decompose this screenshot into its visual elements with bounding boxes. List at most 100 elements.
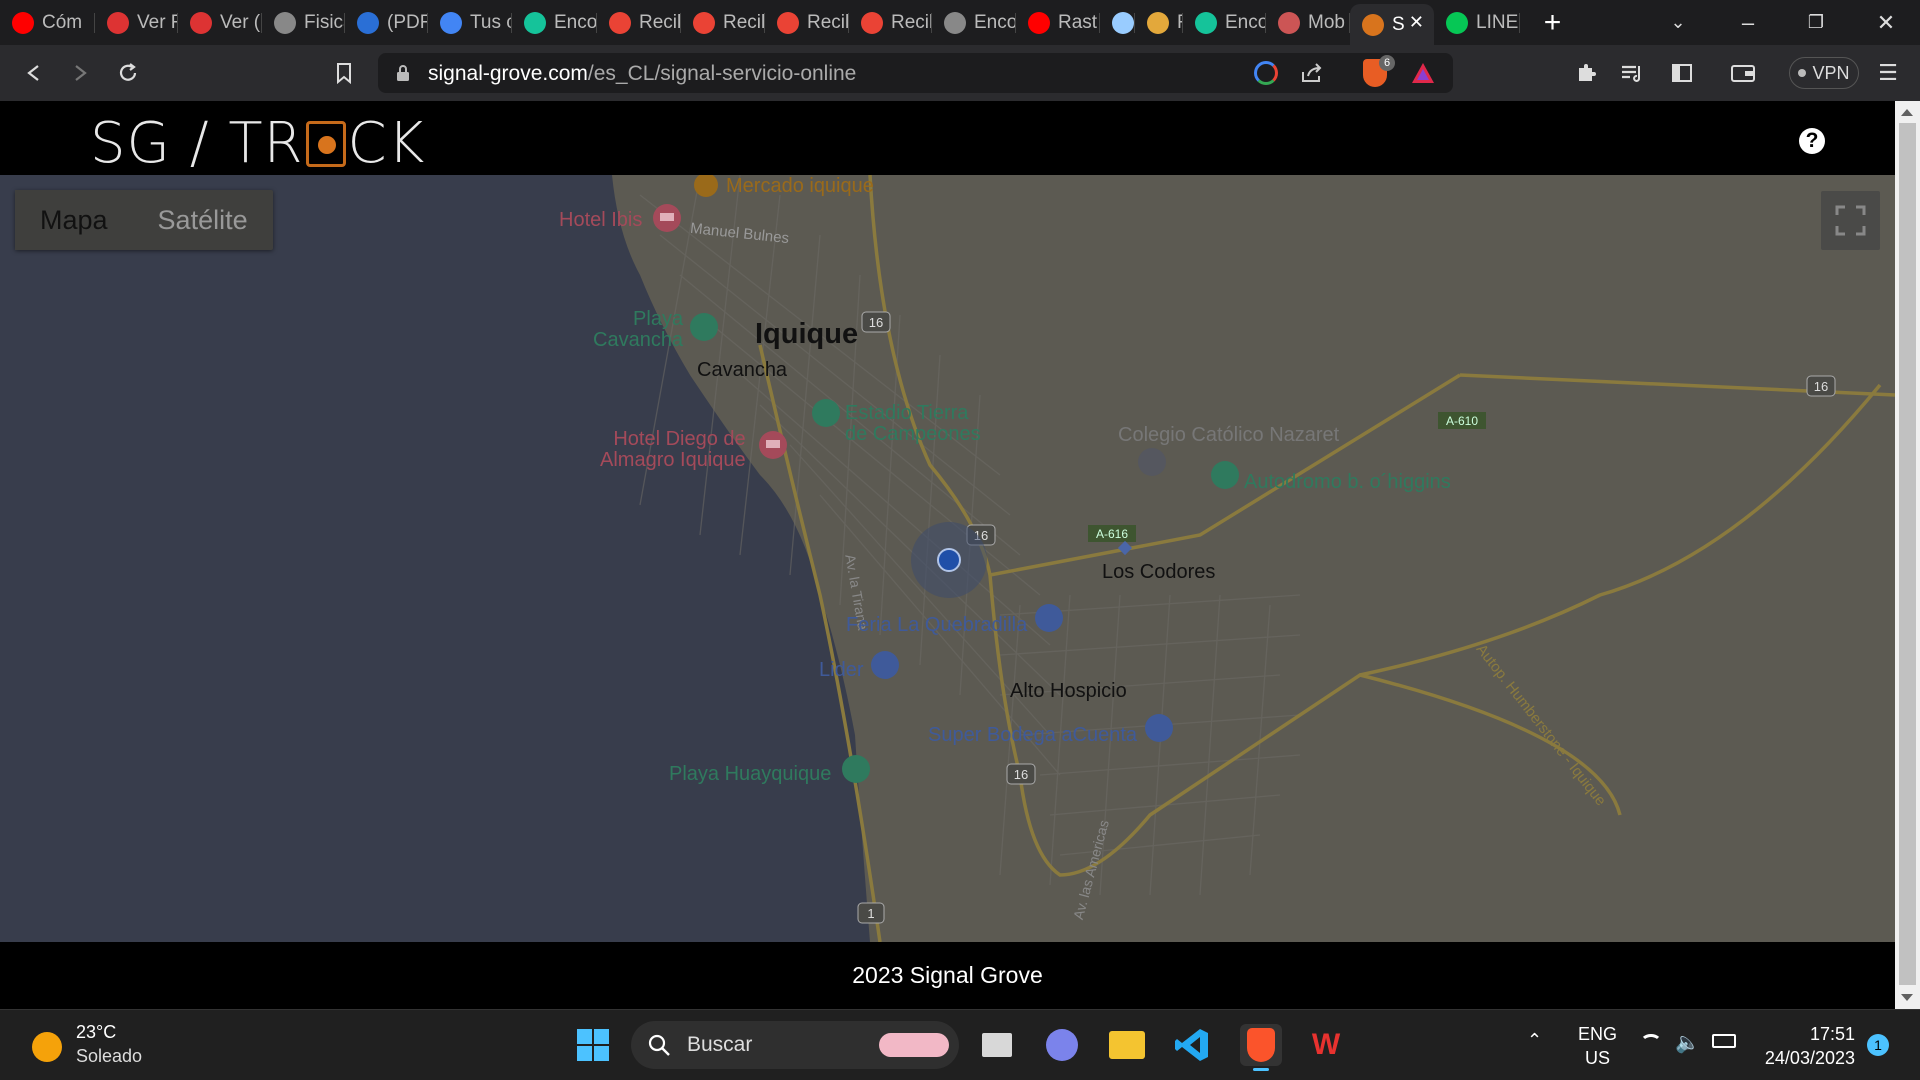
label-autodromo[interactable]: Autodromo b. o´higgins [1244,471,1451,494]
close-tab-icon[interactable]: ✕ [1409,12,1424,33]
sidebar-button[interactable] [1664,55,1700,91]
browser-tab[interactable]: Enco [512,5,597,41]
scroll-down-arrow-icon[interactable] [1901,994,1913,1001]
browser-tab[interactable]: Fisica [262,5,345,41]
browser-tab[interactable]: LINE [1434,5,1520,41]
browser-tab[interactable]: (PDF [345,5,428,41]
sg-track-logo[interactable]: SG / TR CK [90,111,425,176]
line-icon [1446,12,1468,34]
browser-tab[interactable] [1100,5,1135,41]
url-text: signal-grove.com/es_CL/signal-servicio-o… [428,62,857,85]
label-feria[interactable]: Feria La Quebradilla [846,614,1027,637]
label-playa-huayquique[interactable]: Playa Huayquique [669,763,831,786]
tab-title: Cóm [42,12,83,33]
google-lens-icon[interactable] [1254,61,1278,85]
browser-tab[interactable]: Enco [932,5,1016,41]
fullscreen-button[interactable] [1821,191,1880,250]
browser-tab[interactable]: Recil [681,5,765,41]
browser-tab[interactable]: S ✕ [1350,4,1434,45]
browser-tab[interactable]: Recil [597,5,681,41]
page-scrollbar[interactable] [1895,101,1920,1009]
google-icon [440,12,462,34]
web-page: SG / TR CK ? 16 16 16 16 1 A-610 A-616 M… [0,101,1895,1009]
vscode-button[interactable] [1171,1024,1213,1066]
restore-button[interactable]: ❐ [1786,0,1846,45]
map-type-satellite-button[interactable]: Satélite [133,190,273,250]
brave-taskbar-button[interactable] [1240,1024,1282,1071]
browser-tab[interactable]: Ver F [95,5,178,41]
show-hidden-icons-chevron-icon[interactable]: ⌃ [1527,1030,1542,1051]
browser-tab[interactable]: Rast [1016,5,1100,41]
route-1-shield: 1 [857,902,885,924]
wps-office-button[interactable]: W [1305,1024,1347,1066]
address-bar[interactable]: signal-grove.com/es_CL/signal-servicio-o… [378,53,1453,93]
tab-separator [1519,13,1520,33]
browser-tab[interactable]: Cóm [0,5,95,41]
map-view[interactable]: 16 16 16 16 1 A-610 A-616 Mercado iquiqu… [0,175,1895,942]
popcorn-icon [107,12,129,34]
task-view-button[interactable] [976,1024,1018,1066]
browser-tab[interactable]: Tus c [428,5,512,41]
scrollbar-thumb[interactable] [1899,123,1916,985]
menu-button[interactable]: ☰ [1870,55,1906,91]
scroll-up-arrow-icon[interactable] [1901,109,1913,116]
clock[interactable]: 17:51 24/03/2023 [1755,1022,1855,1070]
reload-button[interactable] [110,55,146,91]
wifi-icon[interactable] [1640,1034,1662,1052]
forward-button[interactable] [62,55,98,91]
search-icon [648,1034,670,1056]
volume-icon[interactable]: 🔈 [1675,1030,1700,1055]
browser-tab[interactable]: Enco [1183,5,1266,41]
grammarly-icon [1195,12,1217,34]
label-playa-cavancha[interactable]: Playa Cavancha [593,309,683,351]
label-super-bodega[interactable]: Super Bodega aCuenta [928,724,1137,747]
map-canvas: 16 16 16 16 1 A-610 A-616 [0,175,1895,942]
label-hotel-diego[interactable]: Hotel Diego de Almagro Iquique [600,429,746,471]
label-mercado[interactable]: Mercado iquique [726,175,874,198]
browser-tab[interactable]: Mob [1266,5,1350,41]
svg-text:A-616: A-616 [1096,527,1128,541]
media-queue-button[interactable] [1614,55,1650,91]
browser-tab[interactable]: Recil [849,5,932,41]
new-tab-button[interactable]: + [1530,5,1575,41]
file-explorer-button[interactable] [1106,1024,1148,1066]
label-lider[interactable]: Lider [819,659,863,682]
brave-badge: 6 [1379,55,1395,71]
browser-toolbar: signal-grove.com/es_CL/signal-servicio-o… [0,45,1920,101]
teams-chat-button[interactable] [1041,1024,1083,1066]
language-indicator[interactable]: ENG US [1570,1022,1625,1070]
extensions-button[interactable] [1568,55,1604,91]
route-a610-label: A-610 [1438,412,1486,429]
close-window-button[interactable]: ✕ [1856,0,1916,45]
active-app-indicator [1253,1068,1269,1071]
taskbar-search[interactable]: Buscar [631,1021,959,1069]
bookmark-button[interactable] [326,55,362,91]
fullscreen-icon [1835,205,1866,236]
lock-icon [397,65,409,81]
weather-widget[interactable]: 23°C Soleado [26,1020,166,1070]
help-button[interactable]: ? [1799,128,1825,154]
share-icon[interactable] [1300,62,1324,84]
route-16-shield-1: 16 [861,311,891,333]
minimize-button[interactable]: – [1718,0,1778,45]
browser-tab[interactable]: F [1135,5,1183,41]
battery-icon[interactable] [1712,1034,1736,1048]
clock-date: 24/03/2023 [1764,1048,1855,1068]
browser-tab[interactable]: Recil [765,5,849,41]
label-hotel-ibis[interactable]: Hotel Ibis [559,209,642,232]
label-alto-hospicio: Alto Hospicio [1010,680,1127,702]
start-button[interactable] [572,1024,614,1066]
label-estadio[interactable]: Estadio Tierra de Campeones [845,403,981,445]
browser-tab[interactable]: Ver ( [178,5,262,41]
vpn-label: VPN [1812,62,1850,83]
wallet-button[interactable] [1725,55,1761,91]
vpn-button[interactable]: VPN [1789,57,1859,89]
notification-badge[interactable]: 1 [1867,1034,1889,1056]
map-type-map-button[interactable]: Mapa [15,190,133,250]
brave-rewards-icon[interactable] [1410,61,1436,85]
task-view-icon [982,1033,1012,1057]
label-colegio[interactable]: Colegio Católico Nazaret [1118,424,1339,447]
tab-search-chevron-icon[interactable]: ⌄ [1648,0,1708,45]
browser-tab-strip: Cóm Ver F Ver (Fisica (PDF Tus c Enco Recil Rec… [0,0,1920,45]
back-button[interactable] [16,55,52,91]
